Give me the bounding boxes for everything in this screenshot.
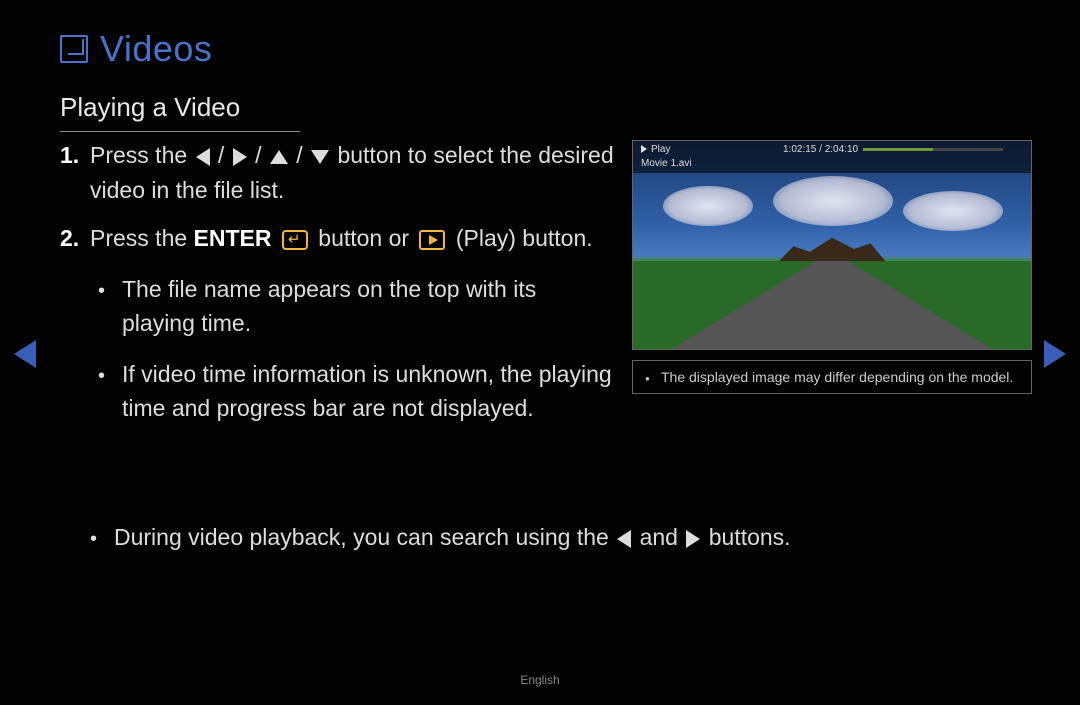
bullet-dot-icon: [98, 357, 122, 426]
text: and: [633, 524, 684, 550]
enter-label: ENTER: [194, 225, 272, 251]
note-text: The displayed image may differ depending…: [661, 369, 1013, 385]
step-number: 1.: [60, 138, 90, 207]
step-2-text: Press the ENTER button or (Play) button.: [90, 221, 615, 256]
bullet-item: If video time information is unknown, th…: [60, 357, 615, 426]
page-title: Videos: [100, 28, 212, 70]
up-arrow-icon: [270, 150, 288, 164]
note-box: The displayed image may differ depending…: [632, 360, 1032, 394]
text: buttons.: [702, 524, 790, 550]
preview-filename: Movie 1.avi: [641, 158, 692, 169]
left-arrow-icon: [196, 148, 210, 166]
text: During video playback, you can search us…: [114, 524, 615, 550]
bullet-dot-icon: [98, 272, 122, 341]
bullet-list: The file name appears on the top with it…: [60, 272, 615, 426]
step-number: 2.: [60, 221, 90, 256]
preview-road: [633, 261, 1031, 349]
bullet-text: The file name appears on the top with it…: [122, 272, 615, 341]
text: Press the: [90, 142, 194, 168]
text: button or: [318, 225, 415, 251]
preview-progress-fill: [863, 148, 933, 151]
text: /: [290, 142, 309, 168]
section-subtitle: Playing a Video: [60, 92, 300, 132]
text: Play: [651, 144, 670, 155]
instruction-content: 1. Press the / / / button to select the …: [60, 138, 615, 442]
preview-sky: [653, 176, 1011, 246]
bullet-item-wide: During video playback, you can search us…: [90, 520, 1030, 555]
step-2: 2. Press the ENTER button or (Play) butt…: [60, 221, 615, 256]
right-arrow-icon: [686, 530, 700, 548]
text: /: [249, 142, 268, 168]
text: /: [212, 142, 231, 168]
preview-progress-bar: [863, 148, 1003, 151]
bullet-text: During video playback, you can search us…: [114, 520, 791, 555]
left-arrow-icon: [617, 530, 631, 548]
preview-play-status: Play: [641, 144, 670, 155]
step-1: 1. Press the / / / button to select the …: [60, 138, 615, 207]
bullet-dot-icon: [90, 520, 114, 555]
bullet-text: If video time information is unknown, th…: [122, 357, 615, 426]
enter-icon: [282, 230, 308, 250]
preview-time: 1:02:15 / 2:04:10: [783, 144, 858, 155]
nav-next-button[interactable]: [1044, 340, 1066, 368]
down-arrow-icon: [311, 150, 329, 164]
text: Press the: [90, 225, 194, 251]
text: (Play) button.: [456, 225, 593, 251]
nav-prev-button[interactable]: [14, 340, 36, 368]
right-arrow-icon: [233, 148, 247, 166]
play-icon: [419, 230, 445, 250]
bookmark-icon: [60, 35, 88, 63]
play-triangle-icon: [641, 145, 647, 153]
preview-info-bar: Play 1:02:15 / 2:04:10 Movie 1.avi: [633, 141, 1031, 173]
video-preview-thumbnail: Play 1:02:15 / 2:04:10 Movie 1.avi: [632, 140, 1032, 350]
footer-language: English: [0, 673, 1080, 687]
note-dot-icon: [645, 369, 661, 385]
bullet-item: The file name appears on the top with it…: [60, 272, 615, 341]
step-1-text: Press the / / / button to select the des…: [90, 138, 615, 207]
page-header: Videos: [60, 28, 212, 70]
